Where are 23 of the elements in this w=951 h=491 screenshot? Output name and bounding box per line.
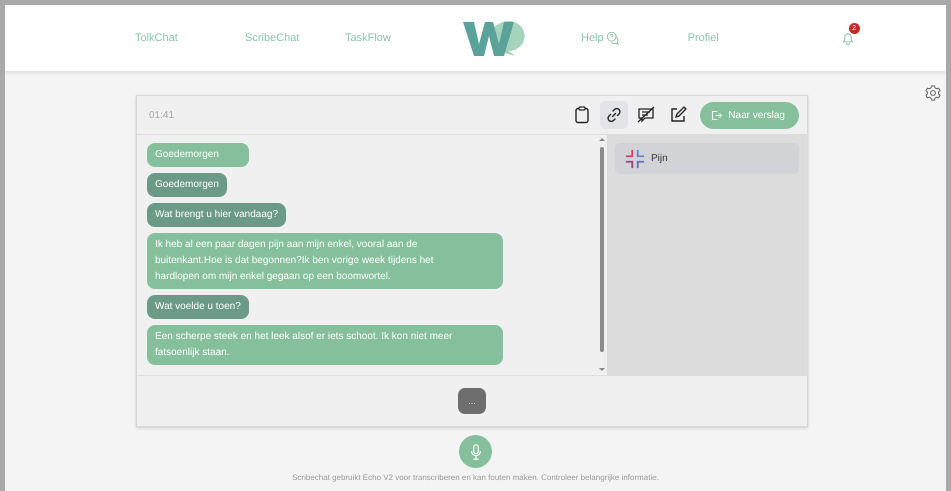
more-button[interactable]: ... [458, 388, 486, 414]
chat-message: Goedemorgen [147, 143, 249, 167]
chat-off-icon [636, 105, 656, 125]
nav-link[interactable]: TolkChat [135, 32, 245, 44]
report-button[interactable]: Naar verslag [700, 102, 799, 128]
session-timer: 01:41 [149, 110, 174, 120]
chat-message: Een scherpe steek en het leek alsof er iets schoot. Ik kon niet meer fatsoenlijk staan. [147, 325, 503, 365]
chat-message: Ik heb al een paar dagen pijn aan mijn enkel, vooral aan de buitenkant.Hoe is dat begonnen?Ik ben vorige week tijdens het hardlopen om mijn enkel gegaan op een boomwortel. [147, 233, 503, 289]
finding-label: Pijn [651, 153, 668, 164]
nav-link[interactable]: ScribeChat [245, 32, 345, 44]
disclaimer-text: Scribechat gebruikt Echo V2 voor transcriberen en kan fouten maken. Controleer belangrijke informatie. [292, 473, 659, 482]
nav-link[interactable]: Profiel [688, 32, 798, 44]
chat-message: Goedemorgen [147, 173, 227, 197]
finding-item[interactable]: Pijn [615, 143, 799, 174]
chat-message: Wat voelde u toen? [147, 295, 249, 319]
help-link[interactable]: Help [581, 31, 620, 45]
logo-icon[interactable] [463, 18, 527, 58]
chat-question-icon [606, 31, 620, 45]
link-tool-button[interactable] [600, 101, 628, 129]
exit-icon [710, 108, 724, 122]
chat-message: Wat brengt u hier vandaag? [147, 203, 286, 227]
settings-icon[interactable] [924, 84, 942, 102]
nav-link[interactable]: TaskFlow [345, 32, 455, 44]
